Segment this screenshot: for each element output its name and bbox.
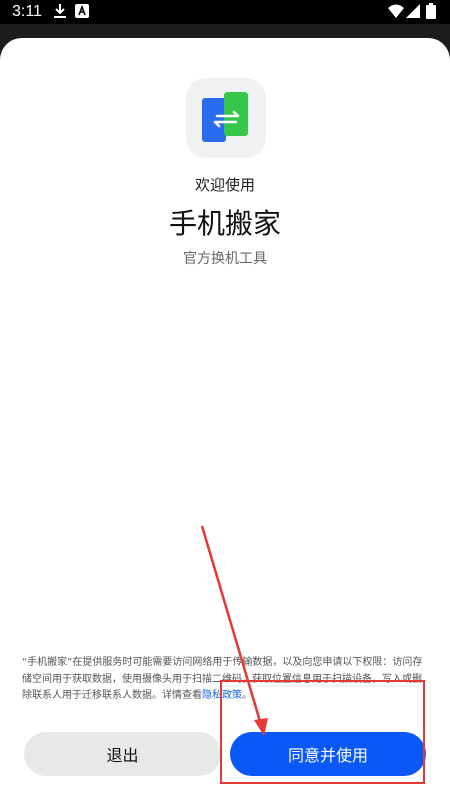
annotation-highlight-box: [220, 680, 425, 784]
